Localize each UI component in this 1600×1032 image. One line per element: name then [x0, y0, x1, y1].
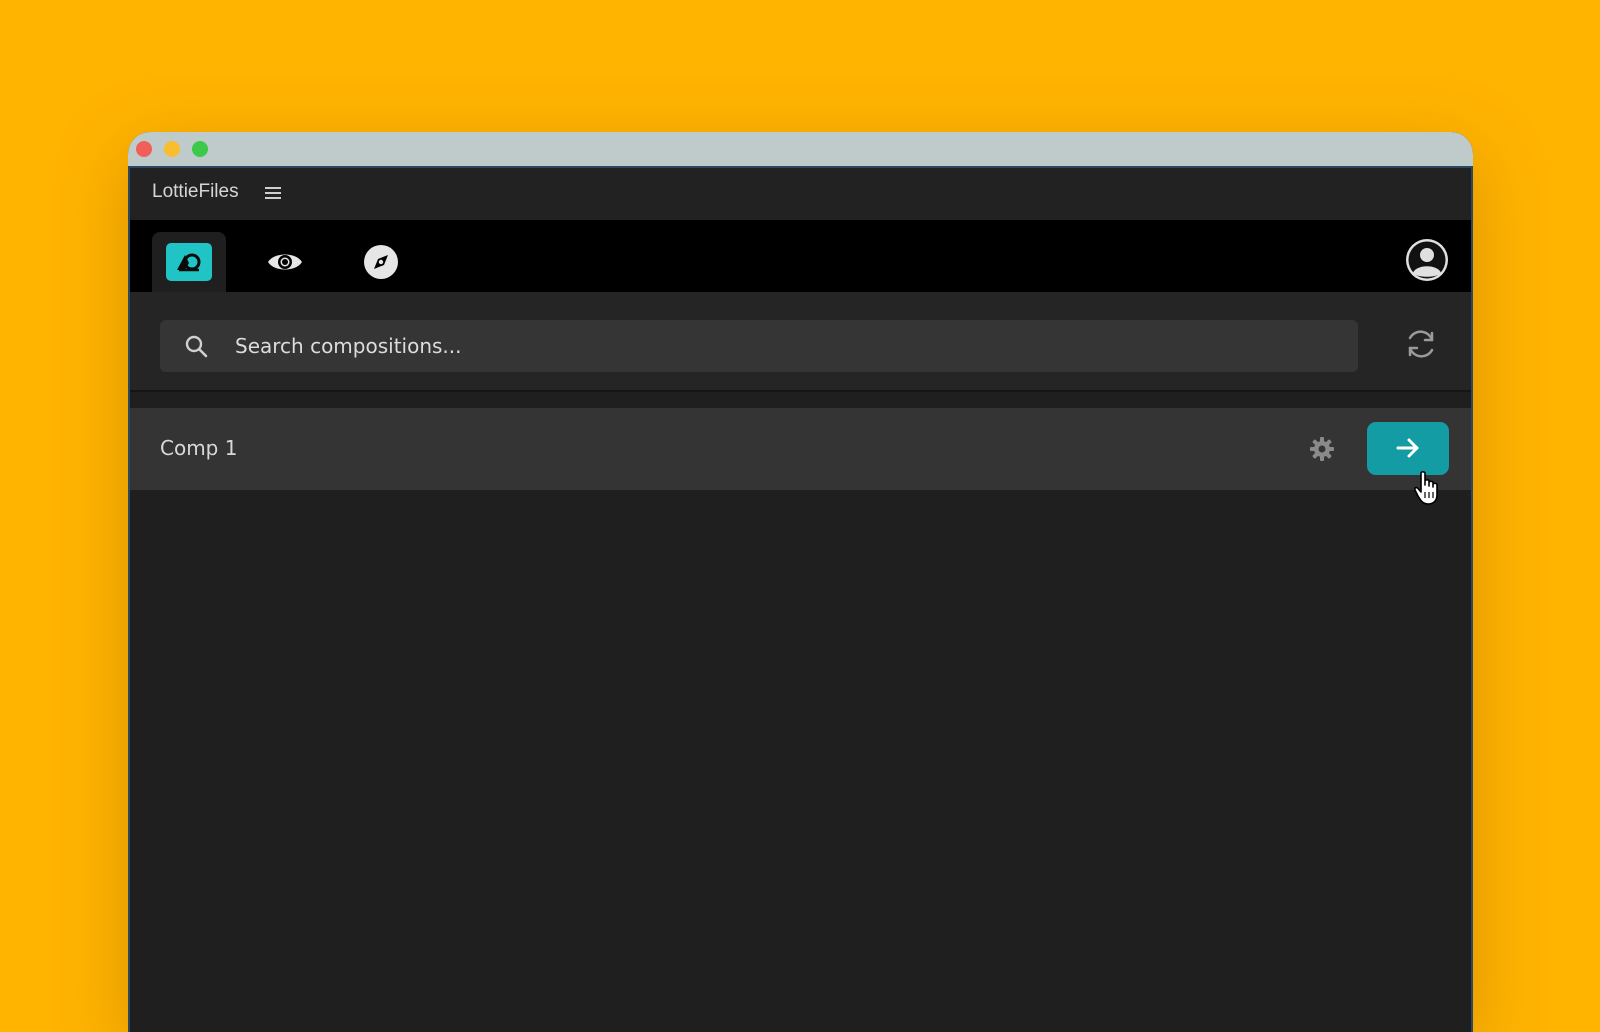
search-box[interactable] — [160, 320, 1358, 372]
hamburger-icon[interactable] — [264, 183, 282, 203]
app-title: LottieFiles — [152, 181, 239, 202]
tab-bar — [130, 220, 1471, 292]
minimize-window-button[interactable] — [164, 141, 180, 157]
lottiefiles-panel: LottieFiles Search compositions... Comp … — [128, 168, 1473, 1032]
window-titlebar[interactable] — [128, 132, 1473, 168]
gear-icon[interactable] — [1309, 436, 1335, 462]
app-window: LottieFiles Search compositions... Comp … — [128, 132, 1473, 1032]
maximize-window-button[interactable] — [192, 141, 208, 157]
close-window-button[interactable] — [136, 141, 152, 157]
list-item[interactable]: Comp 1 — [130, 408, 1471, 490]
user-avatar-icon[interactable] — [1405, 238, 1449, 282]
arrow-right-icon — [1396, 438, 1419, 458]
composition-name: Comp 1 — [160, 436, 238, 460]
export-composition-button[interactable] — [1367, 422, 1449, 475]
compass-icon — [363, 244, 399, 280]
tab-after-effects-export[interactable] — [152, 232, 226, 292]
tab-discover[interactable] — [344, 232, 418, 292]
refresh-icon[interactable] — [1403, 326, 1439, 362]
eye-icon — [267, 244, 303, 280]
search-section — [130, 292, 1471, 392]
hand-pointer-cursor-icon — [1413, 470, 1443, 506]
lottie-ae-logo-icon — [166, 243, 212, 281]
search-icon — [184, 334, 208, 358]
tab-preview[interactable] — [248, 232, 322, 292]
panel-header: LottieFiles — [130, 168, 1471, 220]
search-input[interactable] — [235, 320, 1335, 372]
